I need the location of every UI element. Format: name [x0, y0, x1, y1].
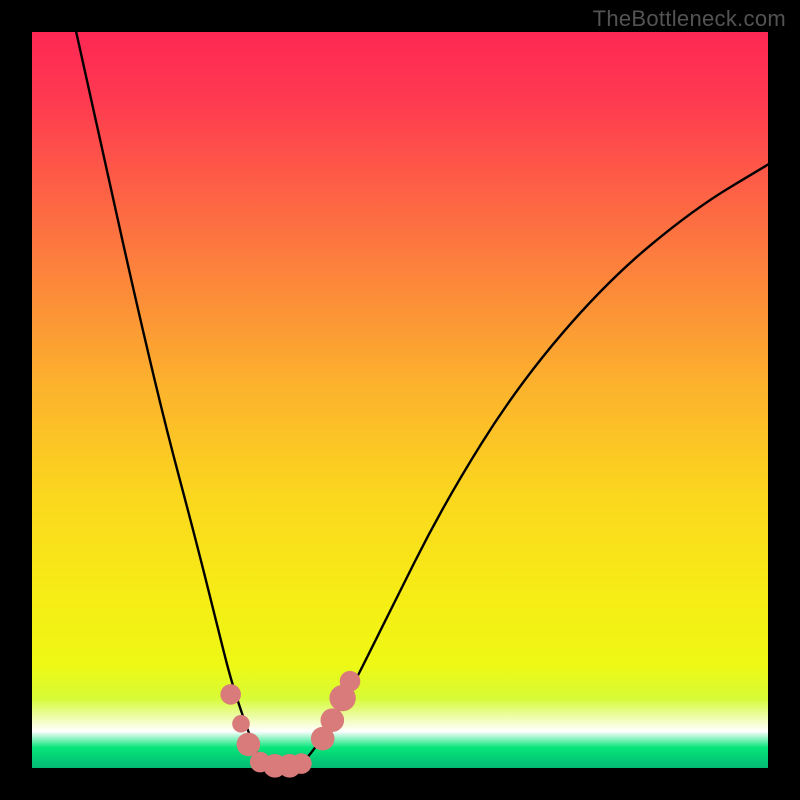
- curve-marker: [220, 684, 241, 705]
- curve-marker: [321, 708, 345, 732]
- plot-gradient-bg: [32, 32, 768, 768]
- curve-marker: [291, 753, 312, 774]
- bottleneck-chart: [0, 0, 800, 800]
- curve-marker: [340, 671, 361, 692]
- curve-marker: [232, 715, 250, 733]
- watermark-text: TheBottleneck.com: [593, 6, 786, 32]
